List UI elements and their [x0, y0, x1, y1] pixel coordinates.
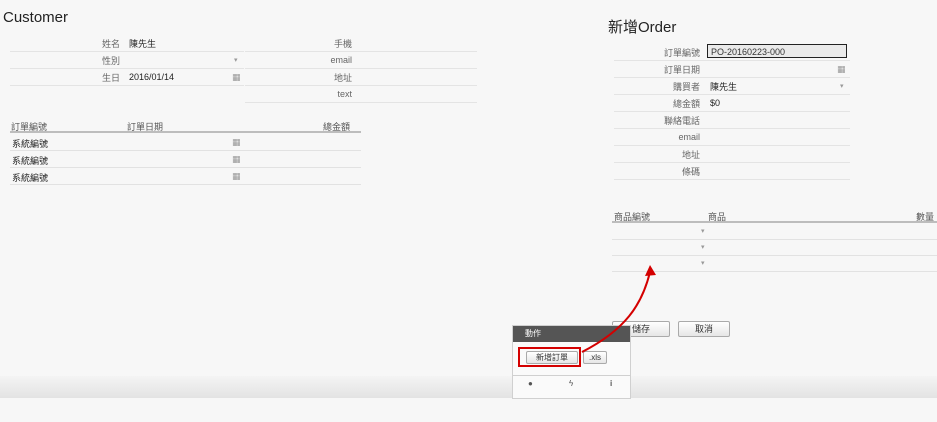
field-label-birthday: 生日: [101, 72, 120, 83]
field-label-text: text: [337, 89, 352, 99]
field-value-birthday: 2016/01/14: [129, 72, 175, 82]
field-row-phone[interactable]: 聯絡電話: [614, 112, 850, 129]
new-order-title: 新增Order: [608, 19, 677, 36]
field-label-order-number: 訂單編號: [663, 47, 700, 58]
chevron-down-icon[interactable]: ▾: [234, 56, 238, 64]
chevron-down-icon[interactable]: ▾: [701, 259, 705, 267]
field-label-phone: 手機: [333, 38, 352, 49]
footer-shade: [0, 376, 937, 398]
panel-divider: [513, 375, 630, 376]
field-label-email: email: [678, 132, 700, 142]
field-row-birthday[interactable]: 生日 2016/01/14 ▦: [10, 69, 244, 86]
table-row[interactable]: 系統編號 ▦: [10, 134, 361, 151]
order-number-cell: 系統編號: [12, 139, 49, 149]
field-label-address: 地址: [681, 149, 700, 160]
field-value-total: $0: [710, 98, 721, 108]
calendar-icon[interactable]: ▦: [232, 171, 241, 182]
field-row-phone[interactable]: 手機: [245, 35, 477, 52]
calendar-icon[interactable]: ▦: [232, 72, 241, 83]
field-label-email: email: [330, 55, 352, 65]
field-row-email[interactable]: email: [245, 52, 477, 69]
field-row-total[interactable]: 總金額 $0: [614, 95, 850, 112]
table-row[interactable]: ▾: [612, 240, 937, 256]
field-row-order-number[interactable]: 訂單編號 PO-20160223-000: [614, 44, 850, 61]
field-row-email[interactable]: email: [614, 129, 850, 146]
calendar-icon[interactable]: ▦: [232, 154, 241, 165]
field-label-name: 姓名: [101, 38, 120, 49]
field-row-buyer[interactable]: 購買者 陳先生 ▾: [614, 78, 850, 95]
comment-icon[interactable]: ●: [528, 379, 533, 388]
calendar-icon[interactable]: ▦: [837, 64, 846, 75]
field-label-order-date: 訂單日期: [663, 64, 700, 75]
field-label-total: 總金額: [672, 98, 700, 109]
table-row[interactable]: ▾: [612, 224, 937, 240]
field-row-address[interactable]: 地址: [614, 146, 850, 163]
lightning-icon[interactable]: ϟ: [569, 379, 573, 388]
table-row[interactable]: 系統編號 ▦: [10, 151, 361, 168]
order-number-input[interactable]: PO-20160223-000: [707, 44, 847, 58]
chevron-down-icon[interactable]: ▾: [701, 243, 705, 251]
field-label-address: 地址: [333, 72, 352, 83]
field-label-buyer: 購買者: [672, 81, 700, 92]
field-label-phone: 聯絡電話: [663, 115, 700, 126]
arrow-head: [645, 265, 656, 276]
customer-title: Customer: [3, 9, 69, 26]
order-number-cell: 系統編號: [12, 156, 49, 166]
table-row[interactable]: 系統編號 ▦: [10, 168, 361, 185]
field-row-gender[interactable]: 性別 ▾: [10, 52, 244, 69]
cancel-button[interactable]: 取消: [678, 321, 730, 337]
calendar-icon[interactable]: ▦: [232, 137, 241, 148]
info-icon[interactable]: i: [610, 379, 612, 388]
order-number-cell: 系統編號: [12, 173, 49, 183]
table-header-divider: [612, 221, 937, 223]
chevron-down-icon[interactable]: ▾: [840, 82, 844, 90]
chevron-down-icon[interactable]: ▾: [701, 227, 705, 235]
field-value-name: 陳先生: [129, 38, 157, 49]
field-label-barcode: 條碼: [681, 166, 700, 177]
field-row-barcode[interactable]: 條碼: [614, 163, 850, 180]
annotation-arrow: [581, 265, 656, 353]
field-row-order-date[interactable]: 訂單日期 ▦: [614, 61, 850, 78]
field-row-address[interactable]: 地址: [245, 69, 477, 86]
field-label-gender: 性別: [101, 55, 120, 66]
field-value-buyer: 陳先生: [710, 81, 738, 92]
table-header-divider: [10, 131, 361, 133]
arrow-curve: [581, 271, 651, 353]
field-row-name[interactable]: 姓名 陳先生: [10, 35, 244, 52]
field-row-text[interactable]: text: [245, 86, 477, 103]
